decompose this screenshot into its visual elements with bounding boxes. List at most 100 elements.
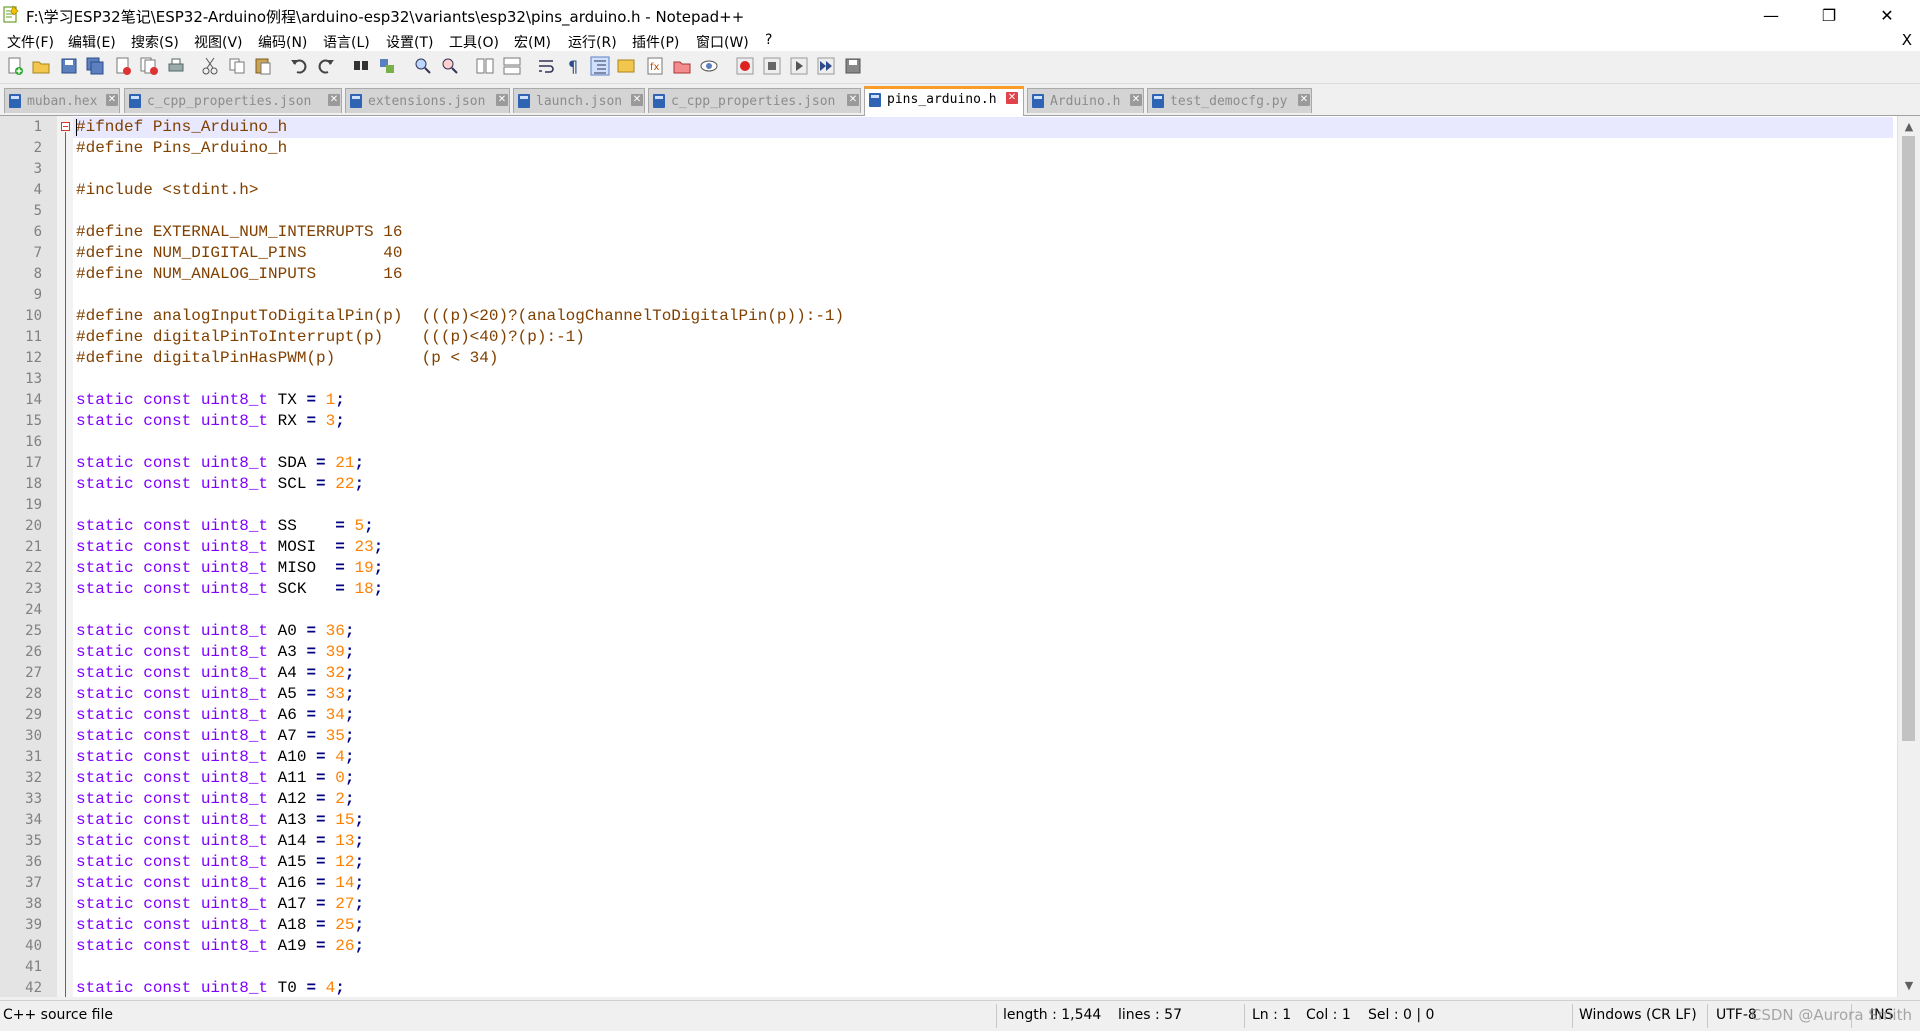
minimize-button[interactable]: —	[1742, 0, 1800, 30]
record-macro-icon[interactable]	[735, 56, 755, 76]
code-line[interactable]: static const uint8_t SS = 5;	[76, 516, 374, 537]
print-icon[interactable]	[166, 56, 186, 76]
function-list-icon[interactable]: fx	[645, 56, 665, 76]
menu-plugins[interactable]: 插件(P)	[632, 32, 679, 52]
menu-tools[interactable]: 工具(O)	[449, 32, 499, 52]
tab-close-icon[interactable]: ✕	[1006, 92, 1018, 104]
close-document-button[interactable]: X	[1902, 31, 1912, 49]
menu-help[interactable]: ?	[765, 32, 772, 48]
code-line[interactable]: static const uint8_t SCL = 22;	[76, 474, 364, 495]
code-line[interactable]: static const uint8_t MISO = 19;	[76, 558, 383, 579]
cut-icon[interactable]	[200, 56, 220, 76]
close-icon[interactable]	[113, 56, 133, 76]
paste-icon[interactable]	[253, 56, 273, 76]
tab-close-icon[interactable]: ✕	[631, 94, 643, 106]
code-line[interactable]: static const uint8_t A12 = 2;	[76, 789, 354, 810]
word-wrap-icon[interactable]	[536, 56, 556, 76]
code-line[interactable]: #define digitalPinHasPWM(p) (p < 34)	[76, 348, 498, 369]
run-macro-multiple-icon[interactable]	[816, 56, 836, 76]
menu-run[interactable]: 运行(R)	[568, 32, 617, 52]
zoom-in-icon[interactable]	[413, 56, 433, 76]
tab-pins-arduino-h[interactable]: pins_arduino.h ✕	[864, 86, 1024, 116]
save-macro-icon[interactable]	[843, 56, 863, 76]
stop-record-icon[interactable]	[762, 56, 782, 76]
code-editor[interactable]: 1 2 3 4 5 6 7 8 9 10 11 12 13 14 15 16 17 18 19 20 21 22 23 24 2…	[0, 116, 1920, 997]
code-line[interactable]: #define analogInputToDigitalPin(p) (((p)…	[76, 306, 844, 327]
menu-encoding[interactable]: 编码(N)	[258, 32, 307, 52]
code-line[interactable]: #define digitalPinToInterrupt(p) (((p)<4…	[76, 327, 585, 348]
play-macro-icon[interactable]	[789, 56, 809, 76]
tab-close-icon[interactable]: ✕	[106, 94, 118, 106]
code-line[interactable]: static const uint8_t SCK = 18;	[76, 579, 383, 600]
zoom-out-icon[interactable]	[440, 56, 460, 76]
show-all-chars-icon[interactable]: ¶	[563, 56, 583, 76]
code-line[interactable]: static const uint8_t A6 = 34;	[76, 705, 354, 726]
status-eol-format[interactable]: Windows (CR LF)	[1579, 1007, 1697, 1023]
tab-test-democfg-py[interactable]: test_democfg.py ✕	[1147, 88, 1312, 113]
open-file-icon[interactable]	[31, 56, 51, 76]
fold-toggle-icon[interactable]	[61, 122, 70, 131]
code-line[interactable]: #ifndef Pins_Arduino_h	[76, 117, 287, 138]
code-line[interactable]: static const uint8_t A18 = 25;	[76, 915, 364, 936]
save-all-icon[interactable]	[85, 56, 105, 76]
code-line[interactable]: static const uint8_t A13 = 15;	[76, 810, 364, 831]
tab-launch-json[interactable]: launch.json ✕	[513, 88, 645, 113]
new-file-icon[interactable]	[5, 56, 25, 76]
monitoring-icon[interactable]	[699, 56, 719, 76]
tab-arduino-h[interactable]: Arduino.h ✕	[1027, 88, 1144, 113]
tab-close-icon[interactable]: ✕	[847, 94, 859, 106]
menu-language[interactable]: 语言(L)	[323, 32, 370, 52]
code-line[interactable]: static const uint8_t A5 = 33;	[76, 684, 354, 705]
code-line[interactable]: static const uint8_t RX = 3;	[76, 411, 345, 432]
scroll-up-arrow-icon[interactable]: ▲	[1898, 118, 1920, 136]
code-line[interactable]: #define NUM_DIGITAL_PINS 40	[76, 243, 402, 264]
code-line[interactable]: static const uint8_t T0 = 4;	[76, 978, 345, 997]
code-line[interactable]: static const uint8_t A14 = 13;	[76, 831, 364, 852]
code-line[interactable]: static const uint8_t A0 = 36;	[76, 621, 354, 642]
code-line[interactable]: #include <stdint.h>	[76, 180, 258, 201]
code-line[interactable]: static const uint8_t A7 = 35;	[76, 726, 354, 747]
sync-vertical-icon[interactable]	[475, 56, 495, 76]
tab-muban-hex[interactable]: muban.hex ✕	[4, 88, 120, 113]
code-line[interactable]: #define Pins_Arduino_h	[76, 138, 287, 159]
scroll-down-arrow-icon[interactable]: ▼	[1898, 977, 1920, 995]
tab-close-icon[interactable]: ✕	[1130, 94, 1142, 106]
code-line[interactable]: static const uint8_t A16 = 14;	[76, 873, 364, 894]
tab-extensions-json[interactable]: extensions.json ✕	[345, 88, 510, 113]
folder-workspace-icon[interactable]	[672, 56, 692, 76]
menu-search[interactable]: 搜索(S)	[131, 32, 179, 52]
find-icon[interactable]	[351, 56, 371, 76]
code-line[interactable]: static const uint8_t TX = 1;	[76, 390, 345, 411]
code-line[interactable]: #define NUM_ANALOG_INPUTS 16	[76, 264, 402, 285]
menu-macro[interactable]: 宏(M)	[514, 32, 551, 52]
code-line[interactable]: static const uint8_t A15 = 12;	[76, 852, 364, 873]
code-line[interactable]: static const uint8_t A4 = 32;	[76, 663, 354, 684]
code-line[interactable]: static const uint8_t A3 = 39;	[76, 642, 354, 663]
menu-file[interactable]: 文件(F)	[7, 32, 54, 52]
scrollbar-thumb[interactable]	[1902, 136, 1915, 741]
code-line[interactable]: static const uint8_t A10 = 4;	[76, 747, 354, 768]
code-line[interactable]: static const uint8_t SDA = 21;	[76, 453, 364, 474]
tab-c-cpp-properties-json-2[interactable]: c_cpp_properties.json ✕	[648, 88, 861, 113]
redo-icon[interactable]	[316, 56, 336, 76]
close-window-button[interactable]: ✕	[1858, 0, 1916, 30]
restore-button[interactable]: ❐	[1800, 0, 1858, 30]
indent-guide-icon[interactable]	[590, 56, 610, 76]
vertical-scrollbar[interactable]: ▲ ▼	[1897, 116, 1920, 997]
sync-horizontal-icon[interactable]	[502, 56, 522, 76]
replace-icon[interactable]	[377, 56, 397, 76]
copy-icon[interactable]	[227, 56, 247, 76]
tab-close-icon[interactable]: ✕	[496, 94, 508, 106]
save-icon[interactable]	[59, 56, 79, 76]
tab-close-icon[interactable]: ✕	[328, 94, 340, 106]
menu-view[interactable]: 视图(V)	[194, 32, 243, 52]
code-line[interactable]: static const uint8_t A17 = 27;	[76, 894, 364, 915]
undo-icon[interactable]	[289, 56, 309, 76]
menu-window[interactable]: 窗口(W)	[696, 32, 749, 52]
code-line[interactable]: static const uint8_t A11 = 0;	[76, 768, 354, 789]
menu-settings[interactable]: 设置(T)	[386, 32, 433, 52]
menu-edit[interactable]: 编辑(E)	[68, 32, 116, 52]
tab-c-cpp-properties-json[interactable]: c_cpp_properties.json ✕	[124, 88, 342, 113]
code-line[interactable]: #define EXTERNAL_NUM_INTERRUPTS 16	[76, 222, 402, 243]
code-line[interactable]: static const uint8_t MOSI = 23;	[76, 537, 383, 558]
